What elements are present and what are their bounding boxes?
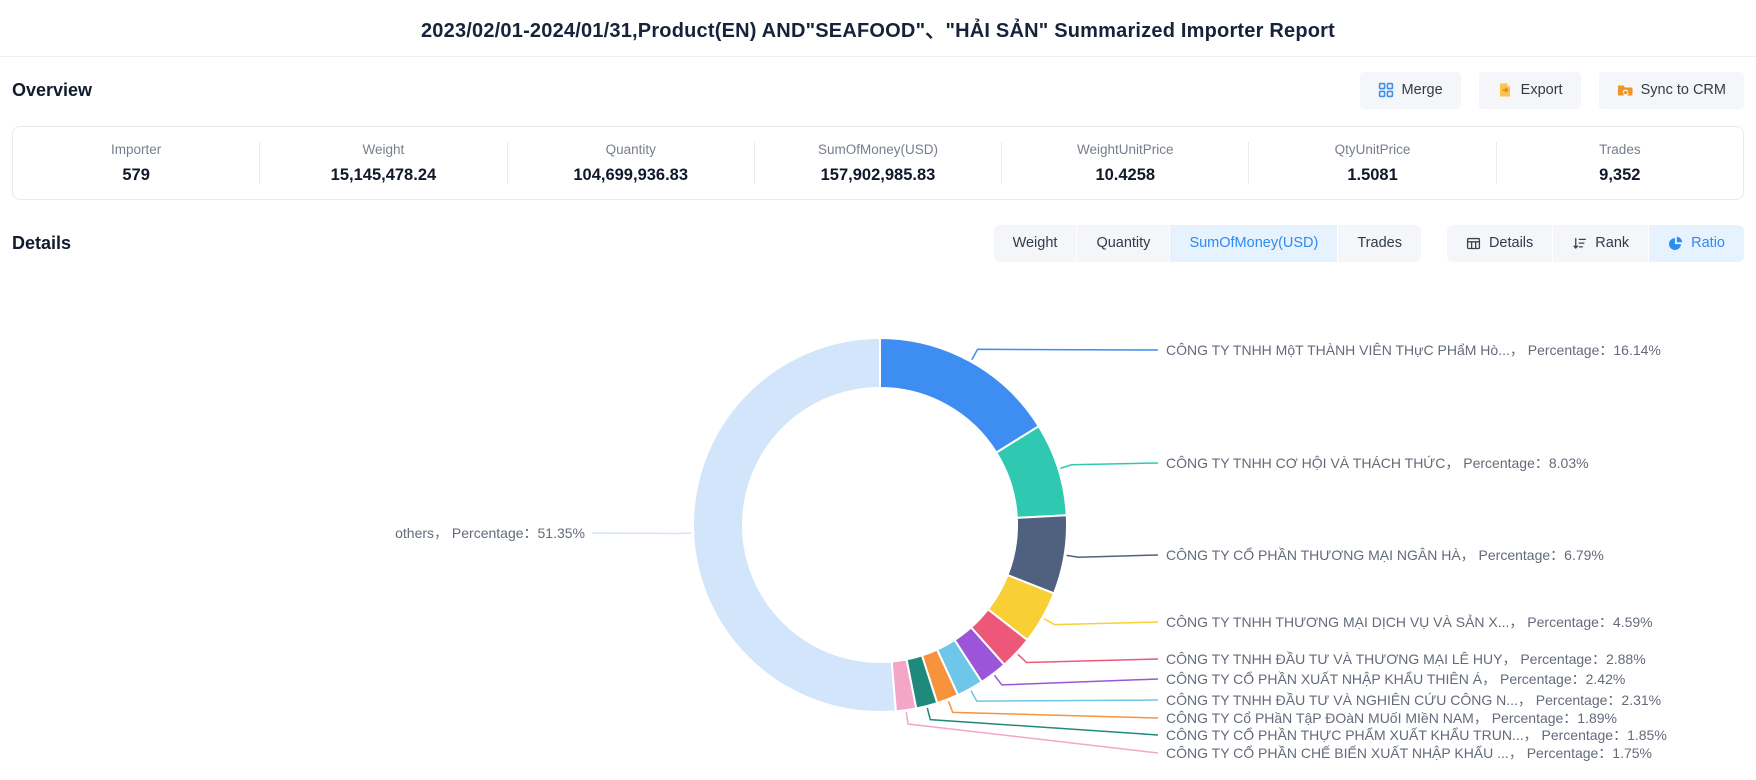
tab-ratio-view-label: Ratio: [1691, 235, 1725, 251]
metric-tab-group: Weight Quantity SumOfMoney(USD) Trades: [994, 225, 1421, 262]
stat-value: 104,699,936.83: [508, 166, 754, 185]
stat-weight-unit-price: WeightUnitPrice 10.4258: [1002, 142, 1248, 185]
stat-label: SumOfMoney(USD): [755, 142, 1001, 157]
pie-slice-0[interactable]: [880, 338, 1039, 453]
pie-leader-line-7: [948, 701, 1158, 718]
pie-icon: [1668, 236, 1683, 251]
stat-sum-of-money: SumOfMoney(USD) 157,902,985.83: [755, 142, 1001, 185]
tab-sum-of-money-label: SumOfMoney(USD): [1189, 235, 1318, 251]
overview-heading: Overview: [12, 80, 92, 101]
stat-label: Trades: [1497, 142, 1743, 157]
pie-label-0: CÔNG TY TNHH MộT THÀNH VIÊN THựC PHẩM Hò…: [1166, 342, 1661, 358]
tab-weight-label: Weight: [1013, 235, 1058, 251]
stat-value: 10.4258: [1002, 166, 1248, 185]
stat-quantity: Quantity 104,699,936.83: [508, 142, 754, 185]
sync-to-crm-button-label: Sync to CRM: [1641, 82, 1726, 98]
stat-label: Quantity: [508, 142, 754, 157]
pie-label-6: CÔNG TY TNHH ĐẦU TƯ VÀ NGHIÊN CỨU CÔNG N…: [1166, 692, 1661, 708]
stat-label: Weight: [260, 142, 506, 157]
export-button[interactable]: Export: [1479, 72, 1581, 109]
tab-sum-of-money[interactable]: SumOfMoney(USD): [1170, 225, 1337, 262]
table-icon: [1466, 236, 1481, 251]
tab-details-view[interactable]: Details: [1447, 225, 1552, 262]
pie-label-7: CÔNG TY Cổ PHầN TậP ĐOàN MUốI MIềN NAM， …: [1166, 710, 1617, 726]
stat-value: 157,902,985.83: [755, 166, 1001, 185]
export-document-icon: [1497, 82, 1513, 98]
importer-ratio-chart-area: CÔNG TY TNHH MộT THÀNH VIÊN THựC PHẩM Hò…: [0, 284, 1756, 772]
stat-label: Importer: [13, 142, 259, 157]
tab-ratio-view[interactable]: Ratio: [1649, 225, 1744, 262]
tab-rank-view-label: Rank: [1595, 235, 1629, 251]
merge-grid-icon: [1378, 82, 1394, 98]
stat-value: 1.5081: [1249, 166, 1495, 185]
pie-leader-line-1: [1060, 463, 1158, 468]
pie-label-1: CÔNG TY TNHH CƠ HỘI VÀ THÁCH THỨC， Perce…: [1166, 455, 1589, 471]
stat-value: 579: [13, 166, 259, 185]
tab-trades-label: Trades: [1357, 235, 1402, 251]
pie-label-4: CÔNG TY TNHH ĐẦU TƯ VÀ THƯƠNG MẠI LÊ HUY…: [1166, 651, 1646, 667]
pie-label-2: CÔNG TY CỔ PHẦN THƯƠNG MẠI NGÂN HÀ， Perc…: [1166, 546, 1604, 563]
pie-label-5: CÔNG TY CỔ PHẦN XUẤT NHẬP KHẨU THIÊN Á， …: [1166, 670, 1625, 687]
stat-trades: Trades 9,352: [1497, 142, 1743, 185]
toolbar-actions: Merge Export Sync to CRM: [1360, 72, 1744, 109]
tab-quantity[interactable]: Quantity: [1077, 225, 1169, 262]
details-bar: Details Weight Quantity SumOfMoney(USD) …: [0, 224, 1756, 262]
donut-chart: CÔNG TY TNHH MộT THÀNH VIÊN THựC PHẩM Hò…: [0, 284, 1756, 772]
pie-leader-line-4: [1018, 654, 1158, 662]
stat-value: 9,352: [1497, 166, 1743, 185]
export-button-label: Export: [1521, 82, 1563, 98]
pie-leader-line-3: [1044, 619, 1158, 625]
tab-details-view-label: Details: [1489, 235, 1533, 251]
pie-slice-10[interactable]: [693, 338, 896, 712]
tab-rank-view[interactable]: Rank: [1553, 225, 1648, 262]
merge-button-label: Merge: [1402, 82, 1443, 98]
title-bar: 2023/02/01-2024/01/31,Product(EN) AND"SE…: [0, 0, 1756, 57]
merge-button[interactable]: Merge: [1360, 72, 1461, 109]
stat-weight: Weight 15,145,478.24: [260, 142, 506, 185]
stat-label: WeightUnitPrice: [1002, 142, 1248, 157]
pie-leader-line-5: [995, 675, 1158, 685]
tab-trades[interactable]: Trades: [1338, 225, 1421, 262]
page-title: 2023/02/01-2024/01/31,Product(EN) AND"SE…: [421, 14, 1335, 43]
overview-bar: Overview Merge Export Sync to CRM: [0, 71, 1756, 109]
pie-leader-line-2: [1067, 555, 1158, 557]
pie-leader-line-0: [972, 349, 1158, 359]
pie-leader-line-10: [592, 533, 691, 534]
tab-weight[interactable]: Weight: [994, 225, 1077, 262]
pie-leader-line-6: [971, 691, 1158, 702]
view-tab-group: Details Rank Ratio: [1447, 225, 1744, 262]
details-heading: Details: [12, 233, 71, 254]
pie-label-8: CÔNG TY CỔ PHẦN THỰC PHẨM XUẤT KHẨU TRUN…: [1166, 726, 1667, 743]
tab-quantity-label: Quantity: [1096, 235, 1150, 251]
rank-sort-icon: [1572, 236, 1587, 251]
stat-importer: Importer 579: [13, 142, 259, 185]
pie-label-3: CÔNG TY TNHH THƯƠNG MẠI DỊCH VỤ VÀ SẢN X…: [1166, 614, 1653, 630]
sync-folder-icon: [1617, 82, 1633, 98]
sync-to-crm-button[interactable]: Sync to CRM: [1599, 72, 1744, 109]
details-tab-groups: Weight Quantity SumOfMoney(USD) Trades D…: [994, 225, 1744, 262]
stat-value: 15,145,478.24: [260, 166, 506, 185]
stat-label: QtyUnitPrice: [1249, 142, 1495, 157]
pie-label-10: others， Percentage：51.35%: [395, 525, 585, 541]
pie-label-9: CÔNG TY CỔ PHẦN CHẾ BIẾN XUẤT NHẬP KHẨU …: [1166, 744, 1652, 761]
overview-stats-card: Importer 579 Weight 15,145,478.24 Quanti…: [12, 126, 1744, 200]
stat-qty-unit-price: QtyUnitPrice 1.5081: [1249, 142, 1495, 185]
